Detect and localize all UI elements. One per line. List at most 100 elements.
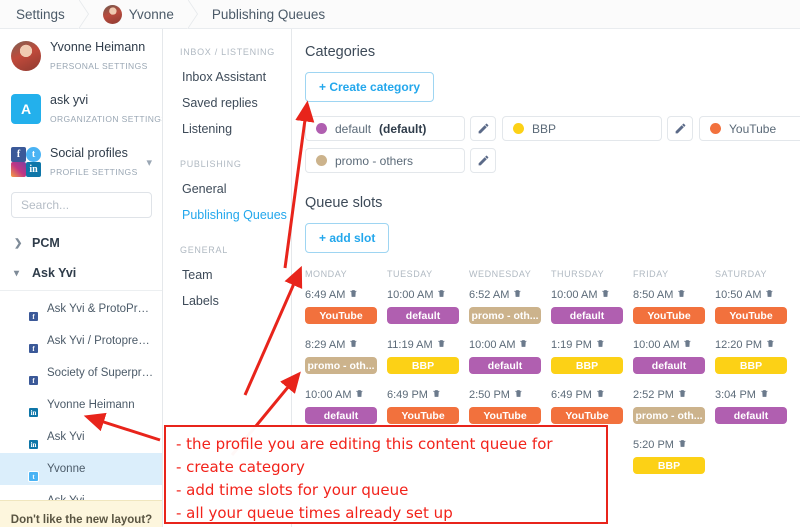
nav-item-inbox-assistant[interactable]: Inbox Assistant	[164, 64, 291, 90]
delete-slot-button[interactable]	[683, 336, 692, 354]
delete-slot-button[interactable]	[765, 286, 774, 304]
slot-time[interactable]: 10:00 AM	[305, 389, 351, 401]
queue-slot[interactable]: 2:52 PM promo - oth...	[633, 386, 715, 424]
trash-icon[interactable]	[513, 288, 522, 299]
trash-icon[interactable]	[678, 438, 687, 449]
add-slot-button[interactable]: + add slot	[305, 223, 390, 253]
slot-category-tag[interactable]: BBP	[387, 357, 459, 374]
category-chip-promo-others[interactable]: promo - others	[305, 148, 465, 173]
category-chip-default[interactable]: default (default)	[305, 116, 465, 141]
queue-slot[interactable]: 8:29 AM promo - oth...	[305, 336, 387, 374]
slot-category-tag[interactable]: YouTube	[387, 407, 459, 424]
nav-item-team[interactable]: Team	[164, 262, 291, 288]
queue-slot[interactable]: 5:20 PM BBP	[633, 436, 715, 474]
slot-category-tag[interactable]: promo - oth...	[469, 307, 541, 324]
slot-category-tag[interactable]: promo - oth...	[305, 357, 377, 374]
sidebar-profile-item[interactable]: f Ask Yvi / Protopreneur ...	[0, 325, 162, 357]
sidebar-group-pcm[interactable]: ❯ PCM	[0, 228, 162, 258]
sidebar-account-personal[interactable]: Yvonne Heimann PERSONAL SETTINGS	[0, 29, 162, 82]
trash-icon[interactable]	[601, 288, 610, 299]
layout-feedback-banner[interactable]: Don't like the new layout?	[0, 500, 162, 527]
delete-slot-button[interactable]	[513, 286, 522, 304]
breadcrumb-item-settings[interactable]: Settings	[0, 0, 79, 29]
delete-slot-button[interactable]	[596, 386, 605, 404]
slot-time[interactable]: 8:50 AM	[633, 289, 673, 301]
trash-icon[interactable]	[349, 288, 358, 299]
queue-slot[interactable]: 10:00 AM default	[551, 286, 633, 324]
category-chip-youtube[interactable]: YouTube	[699, 116, 800, 141]
queue-slot[interactable]: 6:49 PM YouTube	[387, 386, 469, 424]
slot-category-tag[interactable]: default	[305, 407, 377, 424]
queue-slot[interactable]: 1:19 PM BBP	[551, 336, 633, 374]
nav-item-saved-replies[interactable]: Saved replies	[164, 90, 291, 116]
slot-time[interactable]: 10:00 AM	[469, 339, 515, 351]
delete-slot-button[interactable]	[678, 436, 687, 454]
slot-time[interactable]: 8:29 AM	[305, 339, 345, 351]
queue-slot[interactable]: 3:04 PM default	[715, 386, 797, 424]
trash-icon[interactable]	[432, 388, 441, 399]
slot-category-tag[interactable]: promo - oth...	[633, 407, 705, 424]
slot-category-tag[interactable]: default	[469, 357, 541, 374]
delete-slot-button[interactable]	[432, 386, 441, 404]
slot-time[interactable]: 6:49 AM	[305, 289, 345, 301]
trash-icon[interactable]	[596, 338, 605, 349]
delete-slot-button[interactable]	[355, 386, 364, 404]
sidebar-account-social-profiles[interactable]: ft in Social profiles PROFILE SETTINGS ▾	[0, 135, 162, 188]
queue-slot[interactable]: 10:00 AM default	[469, 336, 551, 374]
queue-slot[interactable]: 6:49 AM YouTube	[305, 286, 387, 324]
sidebar-profile-item[interactable]: f Ask Yvi & ProtoPreneu...	[0, 293, 162, 325]
slot-time[interactable]: 1:19 PM	[551, 339, 592, 351]
slot-time[interactable]: 3:04 PM	[715, 389, 756, 401]
delete-slot-button[interactable]	[349, 336, 358, 354]
nav-item-labels[interactable]: Labels	[164, 288, 291, 314]
queue-slot[interactable]: 10:00 AM default	[387, 286, 469, 324]
chevron-down-icon[interactable]: ▾	[146, 156, 152, 169]
delete-slot-button[interactable]	[519, 336, 528, 354]
nav-item-general[interactable]: General	[164, 176, 291, 202]
sidebar-group-ask-yvi[interactable]: ▾ Ask Yvi	[0, 258, 162, 288]
delete-slot-button[interactable]	[596, 336, 605, 354]
queue-slot[interactable]: 10:50 AM YouTube	[715, 286, 797, 324]
slot-category-tag[interactable]: BBP	[551, 357, 623, 374]
delete-slot-button[interactable]	[437, 286, 446, 304]
slot-time[interactable]: 6:49 PM	[551, 389, 592, 401]
sidebar-profile-item[interactable]: in Yvonne Heimann	[0, 389, 162, 421]
slot-category-tag[interactable]: YouTube	[633, 307, 705, 324]
delete-slot-button[interactable]	[437, 336, 446, 354]
trash-icon[interactable]	[355, 388, 364, 399]
breadcrumb-item-profile[interactable]: Yvonne	[89, 0, 188, 29]
queue-slot[interactable]: 2:50 PM YouTube	[469, 386, 551, 424]
trash-icon[interactable]	[519, 338, 528, 349]
delete-slot-button[interactable]	[601, 286, 610, 304]
queue-slot[interactable]: 8:50 AM YouTube	[633, 286, 715, 324]
delete-slot-button[interactable]	[678, 386, 687, 404]
slot-time[interactable]: 5:20 PM	[633, 439, 674, 451]
trash-icon[interactable]	[683, 338, 692, 349]
edit-category-button[interactable]	[470, 148, 496, 173]
trash-icon[interactable]	[760, 388, 769, 399]
slot-time[interactable]: 2:52 PM	[633, 389, 674, 401]
slot-time[interactable]: 6:52 AM	[469, 289, 509, 301]
trash-icon[interactable]	[437, 338, 446, 349]
nav-item-listening[interactable]: Listening	[164, 116, 291, 142]
edit-category-button[interactable]	[667, 116, 693, 141]
slot-category-tag[interactable]: YouTube	[551, 407, 623, 424]
slot-time[interactable]: 12:20 PM	[715, 339, 762, 351]
queue-slot[interactable]: 10:00 AM default	[633, 336, 715, 374]
search-input[interactable]	[11, 192, 152, 218]
slot-category-tag[interactable]: default	[551, 307, 623, 324]
slot-time[interactable]: 2:50 PM	[469, 389, 510, 401]
slot-time[interactable]: 10:50 AM	[715, 289, 761, 301]
delete-slot-button[interactable]	[766, 336, 775, 354]
trash-icon[interactable]	[765, 288, 774, 299]
queue-slot[interactable]: 11:19 AM BBP	[387, 336, 469, 374]
queue-slot[interactable]: 10:00 AM default	[305, 386, 387, 424]
queue-slot[interactable]: 12:20 PM BBP	[715, 336, 797, 374]
trash-icon[interactable]	[678, 388, 687, 399]
slot-category-tag[interactable]: default	[715, 407, 787, 424]
sidebar-profile-item[interactable]: f Society of Superprene...	[0, 357, 162, 389]
breadcrumb-item-publishing-queues[interactable]: Publishing Queues	[198, 0, 339, 29]
slot-time[interactable]: 11:19 AM	[387, 339, 433, 351]
create-category-button[interactable]: + Create category	[305, 72, 435, 102]
slot-category-tag[interactable]: default	[387, 307, 459, 324]
